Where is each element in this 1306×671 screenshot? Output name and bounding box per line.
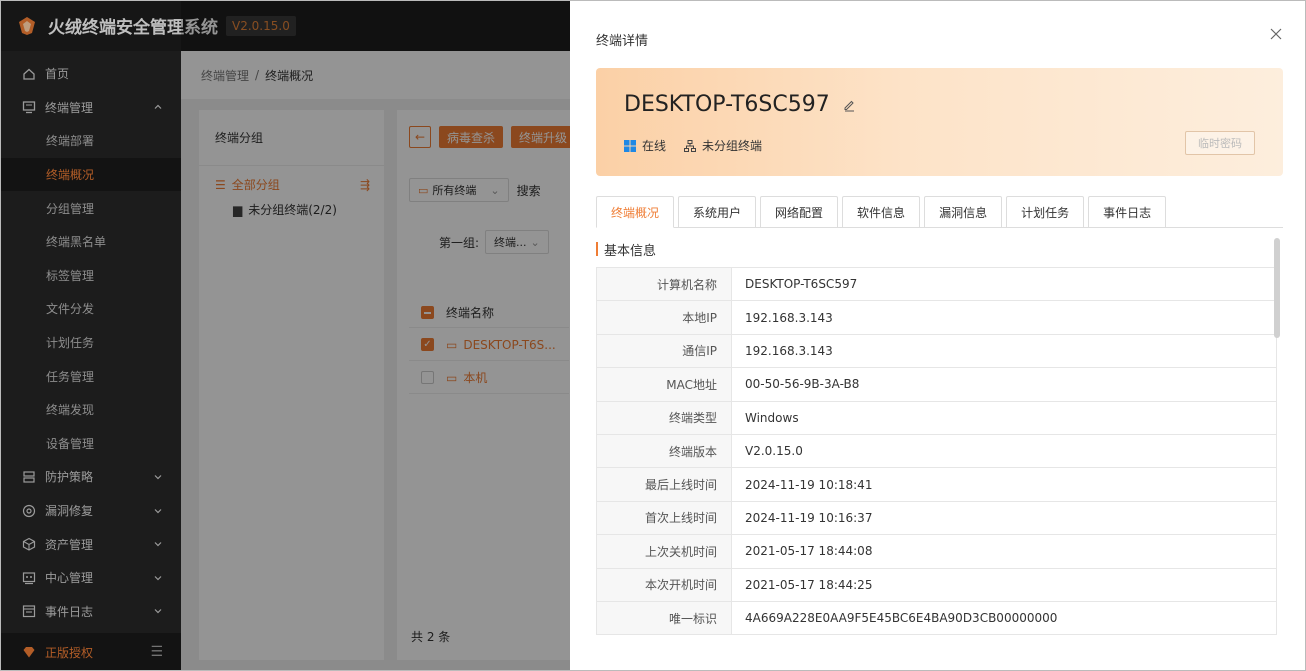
info-row-hostname: 计算机名称 DESKTOP-T6SC597 xyxy=(596,268,1277,302)
modal-overlay[interactable] xyxy=(181,0,570,671)
close-icon[interactable] xyxy=(1268,26,1284,42)
info-row-mac: MAC地址 00-50-56-9B-3A-B8 xyxy=(596,368,1277,402)
info-row-local-ip: 本地IP 192.168.3.143 xyxy=(596,301,1277,335)
info-key: 本地IP xyxy=(597,301,732,334)
group-name: 未分组终端 xyxy=(702,139,763,153)
info-value: 2024-11-19 10:16:37 xyxy=(745,510,873,525)
info-row-boot-time: 本次开机时间 2021-05-17 18:44:25 xyxy=(596,568,1277,602)
info-value: 192.168.3.143 xyxy=(745,310,833,325)
drawer-title: 终端详情 xyxy=(596,34,649,49)
hostname: DESKTOP-T6SC597 xyxy=(624,92,830,117)
info-value: 2024-11-19 10:18:41 xyxy=(745,477,873,492)
scrollbar-thumb[interactable] xyxy=(1274,238,1280,338)
tab-scheduled-tasks[interactable]: 计划任务 xyxy=(1006,196,1085,228)
info-row-type: 终端类型 Windows xyxy=(596,401,1277,435)
tab-event-log[interactable]: 事件日志 xyxy=(1088,196,1167,228)
info-key: 终端类型 xyxy=(597,401,732,434)
drawer-scrollbar[interactable] xyxy=(1274,238,1280,668)
info-row-first-online: 首次上线时间 2024-11-19 10:16:37 xyxy=(596,501,1277,536)
hostname-title: DESKTOP-T6SC597 xyxy=(624,92,856,117)
section-title: 基本信息 xyxy=(596,240,656,259)
tab-vulnerability-info[interactable]: 漏洞信息 xyxy=(924,196,1003,228)
info-key: 本次开机时间 xyxy=(597,568,732,601)
info-value: Windows xyxy=(745,410,799,425)
info-value: 00-50-56-9B-3A-B8 xyxy=(745,377,860,392)
info-value: 2021-05-17 18:44:25 xyxy=(745,577,873,592)
group-tree-icon xyxy=(684,139,697,152)
info-value: DESKTOP-T6SC597 xyxy=(745,277,858,292)
tab-overview[interactable]: 终端概况 xyxy=(596,196,675,228)
terminal-meta: 在线 未分组终端 xyxy=(624,137,762,154)
info-row-comm-ip: 通信IP 192.168.3.143 xyxy=(596,334,1277,369)
tab-network-config[interactable]: 网络配置 xyxy=(760,196,839,228)
info-row-unique-id: 唯一标识 4A669A228E0AA9F5E45BC6E4BA90D3CB000… xyxy=(596,601,1277,636)
windows-icon xyxy=(624,139,636,152)
info-key: 上次关机时间 xyxy=(597,535,732,568)
info-row-version: 终端版本 V2.0.15.0 xyxy=(596,434,1277,469)
tab-software-info[interactable]: 软件信息 xyxy=(842,196,921,228)
info-key: 通信IP xyxy=(597,334,732,368)
info-key: MAC地址 xyxy=(597,368,732,401)
info-value: V2.0.15.0 xyxy=(745,444,803,459)
info-key: 计算机名称 xyxy=(597,268,732,301)
online-status: 在线 xyxy=(642,139,667,153)
sidebar-dim-overlay xyxy=(0,0,181,671)
info-key: 首次上线时间 xyxy=(597,501,732,535)
info-row-last-online: 最后上线时间 2024-11-19 10:18:41 xyxy=(596,468,1277,502)
info-key: 唯一标识 xyxy=(597,601,732,635)
info-value: 192.168.3.143 xyxy=(745,343,833,358)
info-value: 4A669A228E0AA9F5E45BC6E4BA90D3CB00000000 xyxy=(745,611,1058,626)
temp-password-button[interactable]: 临时密码 xyxy=(1185,131,1255,155)
terminal-detail-drawer: 终端详情 DESKTOP-T6SC597 在线 未分组终端 临时密码 终端概况 … xyxy=(570,0,1306,671)
detail-tabs: 终端概况 系统用户 网络配置 软件信息 漏洞信息 计划任务 事件日志 xyxy=(596,196,1170,228)
edit-icon[interactable] xyxy=(842,98,856,112)
info-row-last-shutdown: 上次关机时间 2021-05-17 18:44:08 xyxy=(596,535,1277,569)
terminal-hero-card: DESKTOP-T6SC597 在线 未分组终端 临时密码 xyxy=(596,68,1283,176)
info-key: 终端版本 xyxy=(597,434,732,468)
tab-system-users[interactable]: 系统用户 xyxy=(678,196,757,228)
info-value: 2021-05-17 18:44:08 xyxy=(745,544,873,559)
info-key: 最后上线时间 xyxy=(597,468,732,501)
basic-info-table: 计算机名称 DESKTOP-T6SC597 本地IP 192.168.3.143… xyxy=(596,267,1277,636)
